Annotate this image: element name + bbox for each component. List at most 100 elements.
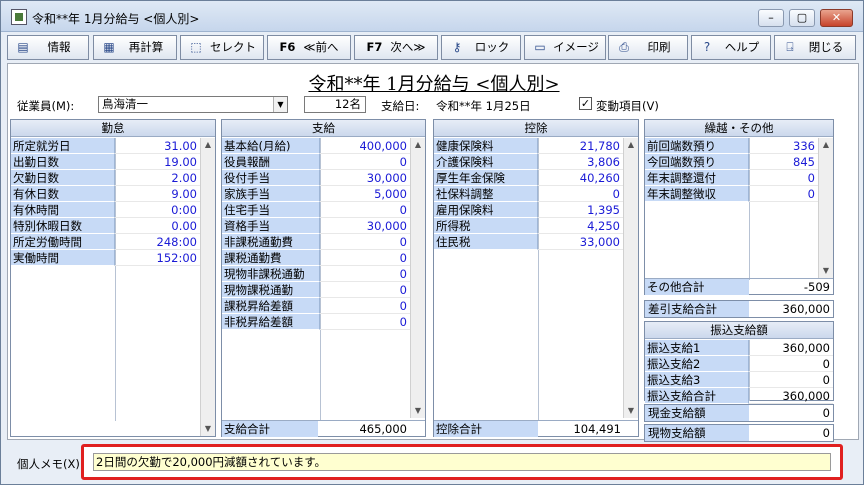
row-value[interactable]: 2.00 (115, 170, 200, 186)
row-value[interactable]: 152:00 (115, 250, 200, 266)
data-row[interactable]: 資格手当 30,000 (222, 218, 410, 234)
data-row[interactable]: 健康保険料 21,780 (434, 138, 623, 154)
data-row[interactable]: 年末調整還付 0 (645, 170, 818, 186)
row-value[interactable]: 0 (320, 234, 410, 250)
data-row[interactable]: 介護保険料 3,806 (434, 154, 623, 170)
image-button[interactable]: ▭ イメージ (524, 35, 606, 60)
recalc-button[interactable]: ▦ 再計算 (93, 35, 177, 60)
data-row[interactable]: 家族手当 5,000 (222, 186, 410, 202)
row-value[interactable]: 5,000 (320, 186, 410, 202)
data-row[interactable]: 振込支給1 360,000 (645, 340, 833, 356)
row-value[interactable]: 0 (749, 372, 833, 388)
memo-input[interactable]: 2日間の欠勤で20,000円減額されています。 (93, 453, 831, 471)
data-row[interactable]: 非税昇給差額 0 (222, 314, 410, 330)
data-row[interactable]: 欠勤日数 2.00 (11, 170, 200, 186)
scroll-down-icon[interactable]: ▼ (201, 422, 215, 436)
data-row[interactable]: 住宅手当 0 (222, 202, 410, 218)
row-value[interactable]: 0:00 (115, 202, 200, 218)
help-button[interactable]: ? ヘルプ (691, 35, 771, 60)
row-value[interactable]: 845 (749, 154, 818, 170)
data-row[interactable]: 年末調整徴収 0 (645, 186, 818, 202)
row-value[interactable]: 0 (749, 186, 818, 202)
data-row[interactable]: 非課税通勤費 0 (222, 234, 410, 250)
data-row[interactable]: 有休時間 0:00 (11, 202, 200, 218)
chevron-down-icon[interactable]: ▼ (273, 97, 287, 112)
data-row[interactable]: 振込支給3 0 (645, 372, 833, 388)
data-row[interactable]: 前回端数預り 336 (645, 138, 818, 154)
scroll-down-icon[interactable]: ▼ (819, 264, 833, 278)
next-button[interactable]: F7 次へ≫ (354, 35, 438, 60)
data-row[interactable]: 社保料調整 0 (434, 186, 623, 202)
variable-items-checkbox[interactable]: ✓ (579, 97, 592, 110)
data-row[interactable]: 有休日数 9.00 (11, 186, 200, 202)
data-row[interactable]: 役員報酬 0 (222, 154, 410, 170)
data-row[interactable]: 課税通勤費 0 (222, 250, 410, 266)
data-row[interactable]: 現物課税通勤 0 (222, 282, 410, 298)
row-value[interactable]: 360,000 (749, 340, 833, 356)
row-value[interactable]: 0 (749, 170, 818, 186)
data-row[interactable]: 特別休暇日数 0.00 (11, 218, 200, 234)
row-value[interactable]: 400,000 (320, 138, 410, 154)
scroll-up-icon[interactable]: ▲ (819, 138, 833, 152)
select-button[interactable]: ⬚ セレクト (180, 35, 264, 60)
close-window-button[interactable]: ✕ (820, 9, 853, 27)
payment-scrollbar[interactable]: ▲ ▼ (410, 138, 425, 418)
data-row[interactable]: 出勤日数 19.00 (11, 154, 200, 170)
info-button[interactable]: ▤ 情報 (7, 35, 89, 60)
prev-button[interactable]: F6 ≪前へ (267, 35, 351, 60)
carryover-scrollbar[interactable]: ▲ ▼ (818, 138, 833, 278)
attendance-scrollbar[interactable]: ▲ ▼ (200, 138, 215, 436)
row-value[interactable]: 19.00 (115, 154, 200, 170)
row-value[interactable]: 0 (320, 266, 410, 282)
row-value[interactable]: 248:00 (115, 234, 200, 250)
employee-select[interactable]: 鳥海清一 ▼ (98, 96, 288, 113)
row-value[interactable]: 0 (320, 298, 410, 314)
row-value[interactable]: 21,780 (538, 138, 623, 154)
data-row[interactable]: 雇用保険料 1,395 (434, 202, 623, 218)
row-value[interactable]: 40,260 (538, 170, 623, 186)
row-value[interactable]: 336 (749, 138, 818, 154)
net-pay-value: 360,000 (782, 302, 830, 316)
scroll-down-icon[interactable]: ▼ (624, 404, 638, 418)
row-value[interactable]: 1,395 (538, 202, 623, 218)
row-value[interactable]: 3,806 (538, 154, 623, 170)
row-value[interactable]: 0 (538, 186, 623, 202)
row-value[interactable]: 0 (320, 154, 410, 170)
row-value[interactable]: 30,000 (320, 170, 410, 186)
data-row[interactable]: 役付手当 30,000 (222, 170, 410, 186)
close-button[interactable]: ⍈ 閉じる (774, 35, 856, 60)
print-button[interactable]: ⎙ 印刷 (608, 35, 688, 60)
data-row[interactable]: 実働時間 152:00 (11, 250, 200, 266)
scroll-up-icon[interactable]: ▲ (411, 138, 425, 152)
row-value[interactable]: 0 (320, 202, 410, 218)
scroll-up-icon[interactable]: ▲ (201, 138, 215, 152)
data-row[interactable]: 所得税 4,250 (434, 218, 623, 234)
deduction-scrollbar[interactable]: ▲ ▼ (623, 138, 638, 418)
data-row[interactable]: 住民税 33,000 (434, 234, 623, 250)
row-value[interactable]: 0.00 (115, 218, 200, 234)
maximize-button[interactable]: ▢ (789, 9, 815, 27)
row-value[interactable]: 0 (320, 282, 410, 298)
lock-button[interactable]: ⚷ ロック (441, 35, 521, 60)
data-row[interactable]: 課税昇給差額 0 (222, 298, 410, 314)
row-value[interactable]: 0 (320, 250, 410, 266)
row-value[interactable]: 31.00 (115, 138, 200, 154)
row-value[interactable]: 0 (749, 356, 833, 372)
data-row[interactable]: 振込支給2 0 (645, 356, 833, 372)
data-row[interactable]: 基本給(月給) 400,000 (222, 138, 410, 154)
row-value[interactable]: 9.00 (115, 186, 200, 202)
data-row[interactable]: 厚生年金保険 40,260 (434, 170, 623, 186)
data-row[interactable]: 所定労働時間 248:00 (11, 234, 200, 250)
row-value[interactable]: 4,250 (538, 218, 623, 234)
data-row[interactable]: 現物非課税通勤 0 (222, 266, 410, 282)
row-value[interactable]: 33,000 (538, 234, 623, 250)
row-value[interactable]: 30,000 (320, 218, 410, 234)
row-label: 欠勤日数 (11, 170, 115, 186)
minimize-button[interactable]: – (758, 9, 784, 27)
scroll-down-icon[interactable]: ▼ (411, 404, 425, 418)
row-value[interactable]: 0 (320, 314, 410, 330)
scroll-up-icon[interactable]: ▲ (624, 138, 638, 152)
goods-pay-box: 現物支給額 0 (644, 424, 834, 442)
data-row[interactable]: 今回端数預り 845 (645, 154, 818, 170)
data-row[interactable]: 所定就労日 31.00 (11, 138, 200, 154)
